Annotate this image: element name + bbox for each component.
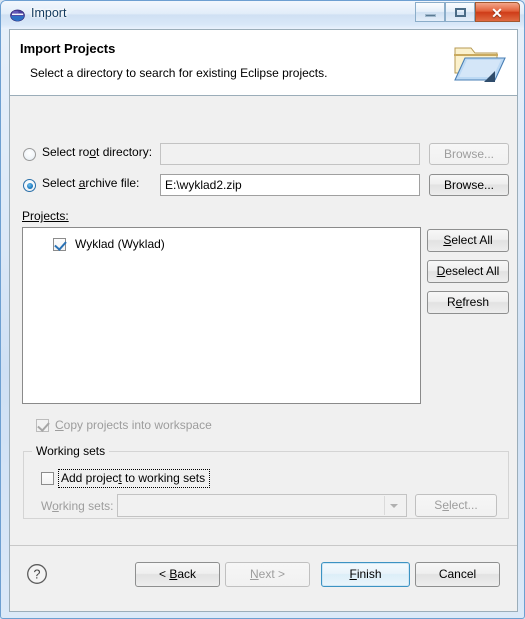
projects-label: Projects: <box>22 209 69 223</box>
import-dialog-window: Import ✕ Import Projects Select a direct… <box>0 0 525 619</box>
finish-button[interactable]: Finish <box>321 562 410 587</box>
wizard-header: Import Projects Select a directory to se… <box>10 30 517 96</box>
combo-separator <box>384 496 385 515</box>
eclipse-icon <box>10 8 25 23</box>
working-sets-combo-label: Working sets: <box>41 499 114 513</box>
next-button[interactable]: Next > <box>225 562 310 587</box>
help-icon[interactable]: ? <box>26 563 48 585</box>
maximize-button[interactable] <box>445 2 475 22</box>
working-sets-group-label: Working sets <box>32 444 110 458</box>
dialog-footer: ? < Back Next > Finish Cancel <box>10 545 517 611</box>
cancel-button[interactable]: Cancel <box>415 562 500 587</box>
open-folder-icon <box>451 38 507 88</box>
archive-file-input[interactable]: E:\wyklad2.zip <box>160 174 420 196</box>
minimize-icon <box>425 14 436 17</box>
root-directory-input[interactable] <box>160 143 420 165</box>
svg-text:?: ? <box>34 568 41 582</box>
maximize-icon <box>455 8 466 17</box>
radio-select-root-directory[interactable] <box>23 148 36 161</box>
add-to-working-sets-checkbox[interactable] <box>41 472 54 485</box>
copy-projects-checkbox[interactable] <box>36 419 49 432</box>
page-description: Select a directory to search for existin… <box>30 66 328 80</box>
page-title: Import Projects <box>20 41 116 56</box>
title-bar[interactable]: Import ✕ <box>1 1 524 29</box>
label-select-archive-file: Select archive file: <box>42 176 140 190</box>
projects-list[interactable]: Wyklad (Wyklad) <box>22 227 421 404</box>
deselect-all-button[interactable]: Deselect All <box>427 260 509 283</box>
project-label: Wyklad (Wyklad) <box>75 237 165 251</box>
radio-select-archive-file[interactable] <box>23 179 36 192</box>
close-button[interactable]: ✕ <box>475 2 520 22</box>
copy-projects-label: Copy projects into workspace <box>55 418 212 432</box>
back-button[interactable]: < Back <box>135 562 220 587</box>
refresh-button[interactable]: Refresh <box>427 291 509 314</box>
close-icon: ✕ <box>491 5 503 21</box>
window-title: Import <box>31 6 67 20</box>
minimize-button[interactable] <box>415 2 445 22</box>
wizard-body: Select root directory: Browse... Select … <box>10 96 517 545</box>
label-select-root-directory: Select root directory: <box>42 145 153 159</box>
browse-root-directory-button[interactable]: Browse... <box>429 143 509 165</box>
browse-archive-file-button[interactable]: Browse... <box>429 174 509 196</box>
select-working-sets-button[interactable]: Select... <box>415 494 497 517</box>
select-all-button[interactable]: Select All <box>427 229 509 252</box>
focus-indicator <box>58 469 210 488</box>
working-sets-combo[interactable] <box>117 494 407 517</box>
dialog-client-area: Import Projects Select a directory to se… <box>9 29 518 612</box>
project-checkbox[interactable] <box>53 238 66 251</box>
chevron-down-icon <box>390 504 398 508</box>
list-item[interactable]: Wyklad (Wyklad) <box>53 236 413 254</box>
